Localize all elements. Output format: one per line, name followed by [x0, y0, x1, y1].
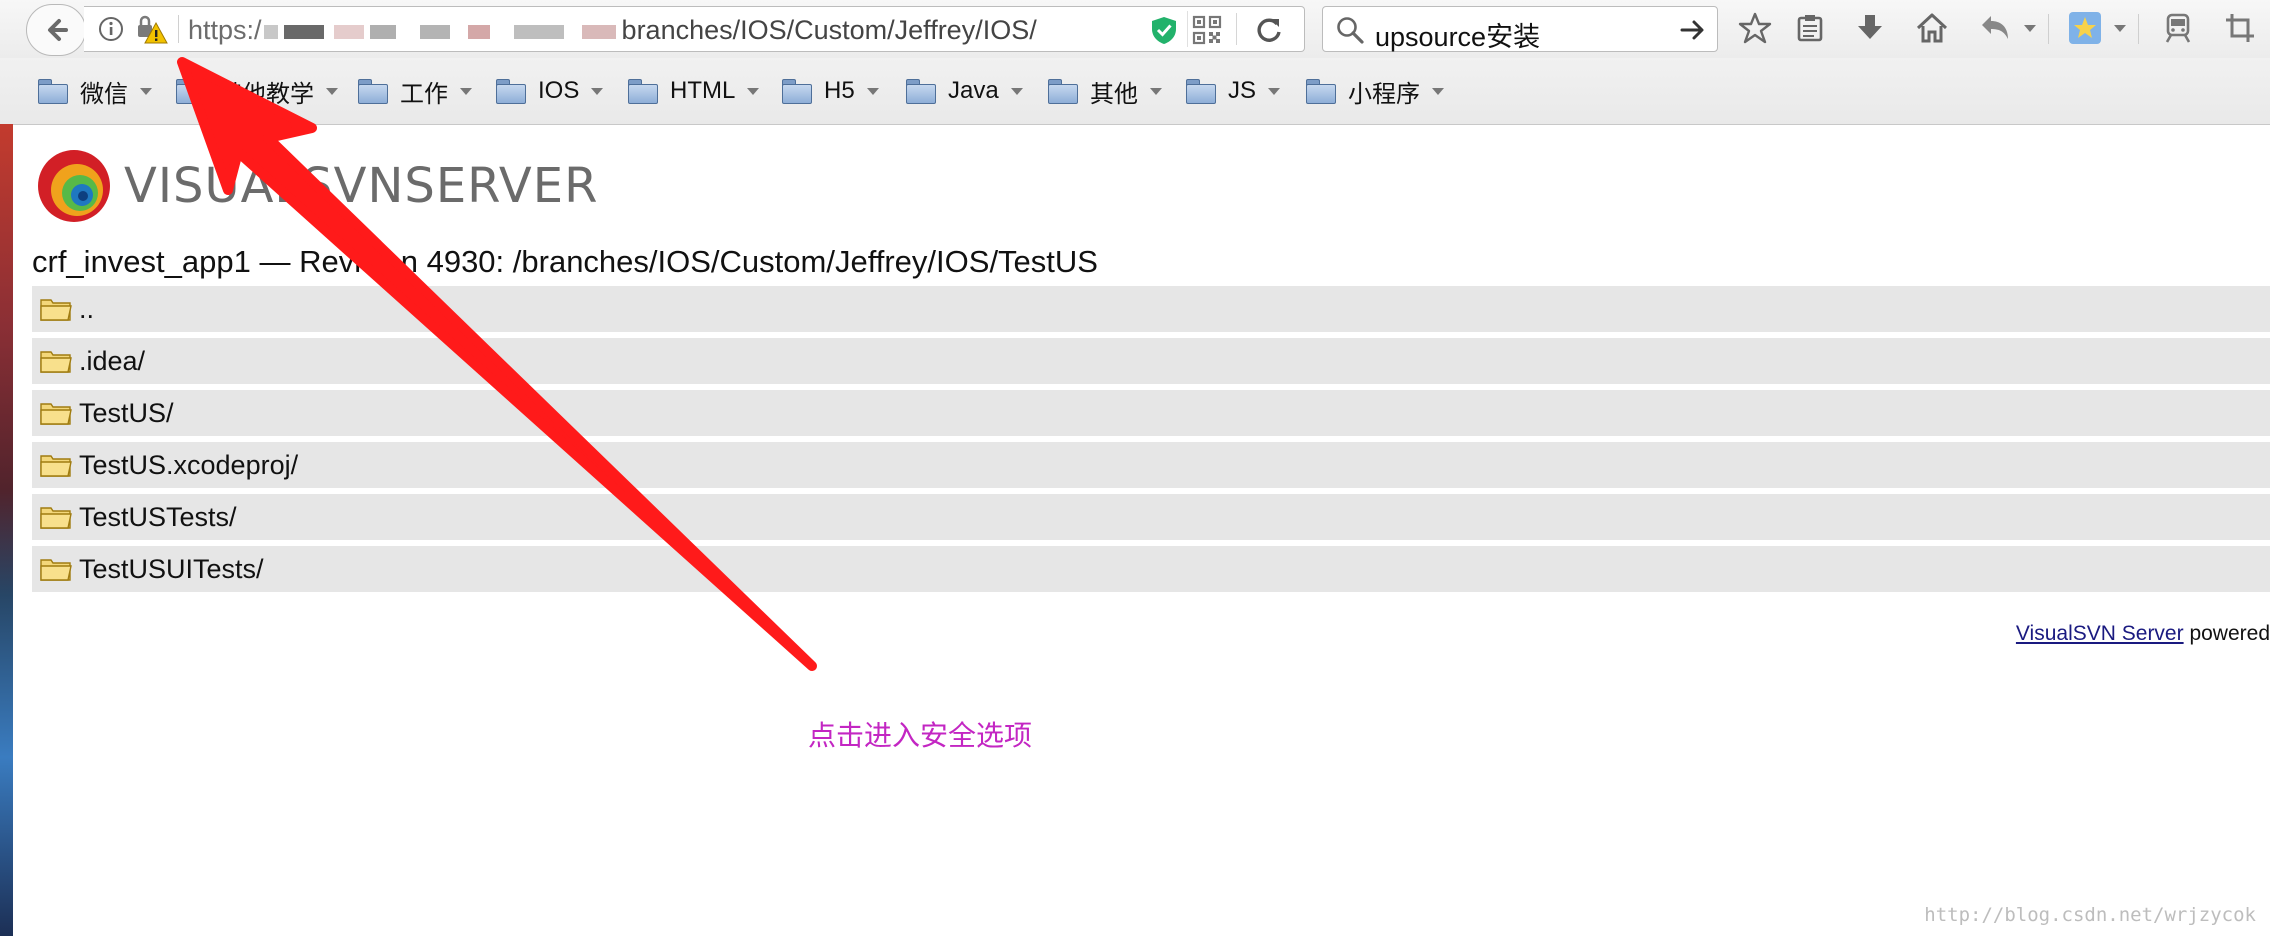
downloads-button[interactable] — [1850, 8, 1890, 48]
undo-icon — [1982, 16, 2008, 39]
page-title: crf_invest_app1 — Revision 4930: /branch… — [32, 244, 1098, 279]
reading-list-button[interactable] — [1790, 8, 1830, 48]
url-bar[interactable]: https:/branches/IOS/Custom/Jeffrey/IOS/ — [84, 6, 1305, 52]
clipboard-icon — [1797, 15, 1823, 42]
back-button[interactable] — [26, 4, 86, 56]
bookmark-folder-mini-program[interactable]: 小程序 — [1306, 74, 1444, 108]
directory-row[interactable]: TestUS.xcodeproj/ — [32, 442, 2270, 488]
url-path: branches/IOS/Custom/Jeffrey/IOS/ — [621, 15, 1037, 45]
bookmark-folder-weixin[interactable]: 微信 — [38, 74, 152, 108]
desktop-background-strip — [0, 124, 13, 936]
footer-suffix: powered — [2183, 622, 2270, 645]
folder-icon — [1186, 79, 1216, 104]
shield-icon[interactable] — [1149, 15, 1179, 45]
folder-icon — [40, 351, 72, 373]
directory-link[interactable]: TestUS.xcodeproj/ — [79, 450, 298, 481]
visualsvn-logo-icon — [38, 150, 110, 222]
bookmark-folder-other[interactable]: 其他 — [1048, 74, 1162, 108]
back-arrow-icon — [48, 19, 68, 41]
bookmark-folder-work[interactable]: 工作 — [358, 74, 472, 108]
watermark: http://blog.csdn.net/wrjzycok — [1924, 904, 2256, 926]
undo-button[interactable] — [1975, 8, 2015, 48]
search-bar[interactable]: upsource安装 — [1322, 6, 1718, 52]
download-icon — [1858, 15, 1882, 39]
extension-button[interactable] — [2065, 8, 2105, 48]
bookmark-folder-ios[interactable]: IOS — [496, 74, 604, 108]
crop-icon — [2226, 14, 2254, 42]
extension-icon — [2069, 12, 2101, 44]
reload-icon[interactable] — [1254, 15, 1284, 45]
url-text[interactable]: https:/branches/IOS/Custom/Jeffrey/IOS/ — [188, 15, 1037, 46]
folder-icon — [40, 507, 72, 529]
visualsvn-logo: VISUALSVNSERVER — [36, 148, 598, 224]
lock-warning-icon[interactable] — [134, 13, 168, 45]
visualsvn-server-link[interactable]: VisualSVN Server — [2016, 622, 2184, 645]
directory-link[interactable]: TestUSUITests/ — [79, 554, 264, 585]
bookmark-star-button[interactable] — [1735, 8, 1775, 48]
folder-icon — [40, 455, 72, 477]
directory-row[interactable]: .. — [32, 286, 2270, 332]
directory-link[interactable]: TestUSTests/ — [79, 502, 237, 533]
directory-row[interactable]: TestUS/ — [32, 390, 2270, 436]
folder-icon — [1306, 79, 1336, 104]
search-input[interactable]: upsource安装 — [1375, 15, 1540, 54]
folder-icon — [628, 79, 658, 104]
info-icon[interactable] — [98, 16, 124, 42]
bookmark-folder-java[interactable]: Java — [906, 74, 1023, 108]
folder-icon — [40, 403, 72, 425]
folder-icon — [358, 79, 388, 104]
home-button[interactable] — [1912, 8, 1952, 48]
logo-text: VISUALSVNSERVER — [124, 158, 599, 214]
folder-icon — [782, 79, 812, 104]
folder-icon — [496, 79, 526, 104]
directory-link[interactable]: TestUS/ — [79, 398, 174, 429]
extension-menu-caret[interactable] — [2110, 8, 2130, 48]
folder-icon — [40, 559, 72, 581]
folder-icon — [40, 299, 72, 321]
bookmark-folder-html[interactable]: HTML — [628, 74, 760, 108]
folder-icon — [38, 79, 68, 104]
folder-icon — [1048, 79, 1078, 104]
directory-row[interactable]: .idea/ — [32, 338, 2270, 384]
train-button[interactable] — [2158, 8, 2198, 48]
folder-icon — [906, 79, 936, 104]
screenshot-button[interactable] — [2220, 8, 2260, 48]
search-icon — [1337, 17, 1364, 44]
directory-row[interactable]: TestUSTests/ — [32, 494, 2270, 540]
folder-icon — [176, 79, 206, 104]
directory-row[interactable]: TestUSUITests/ — [32, 546, 2270, 592]
home-icon — [1916, 13, 1948, 43]
go-arrow-icon[interactable] — [1679, 16, 1707, 44]
directory-link[interactable]: .idea/ — [79, 346, 145, 377]
undo-menu-caret[interactable] — [2020, 8, 2040, 48]
bookmark-folder-other-tutorials[interactable]: 其他教学 — [176, 74, 338, 108]
bookmark-folder-h5[interactable]: H5 — [782, 74, 879, 108]
annotation-text: 点击进入安全选项 — [808, 720, 1033, 751]
bookmarks-bar: 微信 其他教学 工作 IOS HTML H5 Java 其他 JS 小程序 — [0, 58, 2270, 125]
bookmark-folder-js[interactable]: JS — [1186, 74, 1281, 108]
star-icon — [1738, 12, 1772, 44]
train-icon — [2165, 13, 2191, 43]
qrcode-icon[interactable] — [1192, 15, 1222, 45]
browser-toolbar: https:/branches/IOS/Custom/Jeffrey/IOS/ … — [0, 0, 2270, 58]
page-footer: VisualSVN Server powered — [2016, 622, 2270, 646]
directory-link[interactable]: .. — [79, 294, 94, 325]
